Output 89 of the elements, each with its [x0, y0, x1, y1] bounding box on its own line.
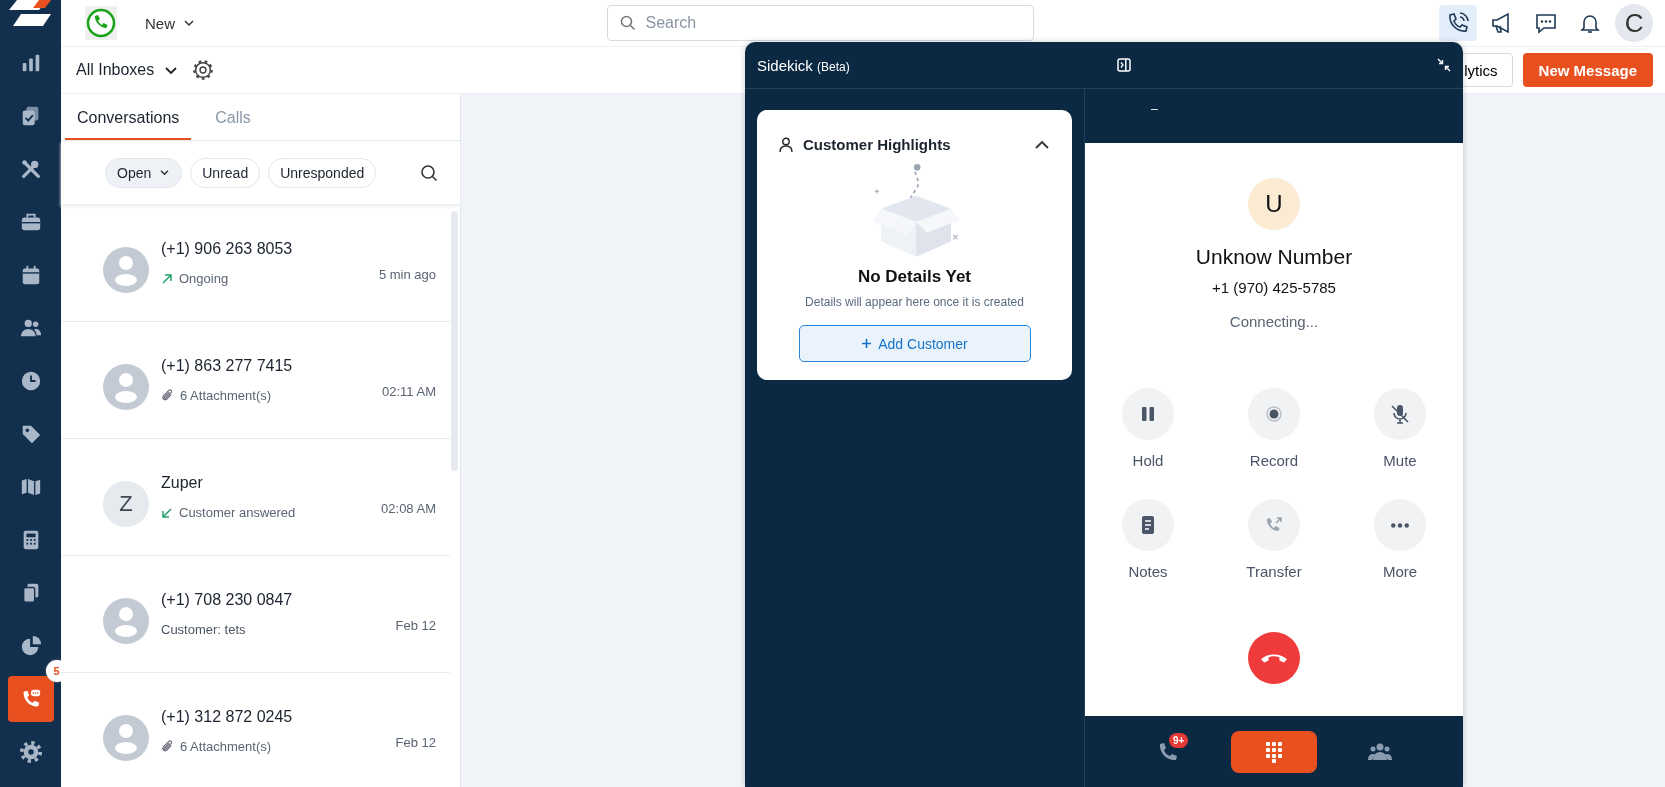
person-avatar-icon — [103, 598, 149, 644]
inbox-dropdown[interactable]: All Inboxes — [76, 61, 179, 79]
new-menu[interactable]: New — [139, 13, 201, 33]
message-preview: 6 Attachment(s) — [180, 388, 272, 403]
phone-hang-up-icon — [1261, 653, 1287, 663]
search-field[interactable]: Search — [606, 5, 1034, 41]
phone-icon — [1446, 11, 1470, 35]
timestamp: Feb 12 — [395, 734, 436, 750]
person-avatar-icon — [103, 715, 149, 761]
hold-button[interactable] — [1122, 388, 1174, 440]
settings-icon — [19, 741, 42, 763]
minimize-icon[interactable] — [1437, 58, 1451, 72]
briefcase-icon — [19, 211, 42, 233]
contact-name: (+1) 312 872 0245 — [161, 708, 294, 726]
conversation-item[interactable]: (+1) 312 872 0245 6 Attachment(s) Feb 12 — [61, 673, 450, 787]
map-icon — [19, 476, 42, 498]
mute-button[interactable] — [1374, 388, 1426, 440]
call-status: Connecting... — [1229, 313, 1319, 330]
contact-name: Zuper — [161, 474, 204, 492]
contact-avatar: Z — [103, 481, 149, 527]
contact-name: (+1) 708 230 0847 — [161, 591, 294, 609]
plus-icon — [861, 338, 873, 349]
dock-panel-icon[interactable] — [1117, 58, 1131, 72]
pie-chart-icon — [19, 635, 42, 657]
analytics-button[interactable]: lytics — [1461, 53, 1513, 87]
footer-tab[interactable]: 9+ — [1125, 730, 1211, 773]
person-avatar-icon — [103, 247, 149, 293]
phone-logo-icon[interactable] — [85, 6, 117, 40]
chevron-down-icon — [159, 169, 171, 176]
paperclip-icon — [161, 740, 174, 753]
action-label: More — [1382, 563, 1418, 580]
search-icon[interactable] — [420, 163, 438, 182]
timestamp: Feb 12 — [395, 617, 436, 633]
paperclip-icon — [161, 389, 174, 402]
card-title: Customer Highlights — [803, 136, 951, 153]
status-dropdown[interactable]: Open — [105, 157, 183, 188]
filter-chip[interactable]: Unread — [190, 157, 261, 188]
clock-icon — [19, 370, 42, 392]
timestamp: 02:08 AM — [381, 500, 436, 516]
tab[interactable]: Conversations — [65, 98, 192, 140]
arrow-down-left-icon — [161, 506, 173, 519]
action-label: Mute — [1383, 452, 1417, 469]
users-icon — [19, 317, 42, 339]
phone-button[interactable] — [1439, 5, 1477, 41]
arrow-up-right-icon — [161, 272, 173, 285]
action-label: Hold — [1132, 452, 1164, 469]
user-avatar[interactable]: C — [1615, 4, 1653, 42]
message-preview: 6 Attachment(s) — [180, 739, 272, 754]
chevron-down-icon — [183, 19, 195, 27]
new-message-button[interactable]: New Message — [1522, 53, 1653, 87]
hang-up-button[interactable] — [1248, 632, 1300, 684]
conversation-item[interactable]: (+1) 906 263 8053 Ongoing 5 min ago — [61, 205, 450, 322]
person-avatar-icon — [103, 364, 149, 410]
filter-chip[interactable]: Unresponded — [268, 157, 377, 188]
count-badge: 9+ — [1169, 732, 1189, 748]
empty-state-text: Details will appear here once it is created — [805, 295, 1024, 309]
timestamp: 02:11 AM — [382, 383, 436, 399]
contact-name: (+1) 863 277 7415 — [161, 357, 294, 375]
caller-avatar: U — [1248, 178, 1300, 230]
nav-item[interactable] — [7, 676, 54, 722]
message-preview: Customer: tets — [161, 622, 246, 637]
conversation-item[interactable]: Z Zuper Customer answered 02:08 AM — [61, 439, 450, 556]
caller-number: +1 (970) 425-5785 — [1212, 279, 1336, 296]
chevron-down-icon — [164, 65, 179, 75]
search-icon — [619, 15, 636, 31]
panel-title: Sidekick (Beta) — [757, 56, 850, 74]
record-button[interactable] — [1248, 388, 1300, 440]
settings-icon[interactable] — [192, 59, 215, 81]
chevron-up-icon[interactable] — [1034, 139, 1050, 150]
more-icon — [1391, 522, 1409, 528]
action-label: Transfer — [1246, 563, 1302, 580]
add-customer-button[interactable]: Add Customer — [798, 325, 1031, 362]
logo-icon[interactable] — [8, 0, 53, 26]
notes-button[interactable] — [1122, 499, 1174, 551]
tools-icon — [19, 158, 42, 180]
timestamp: 5 min ago — [378, 266, 436, 282]
message-preview: Customer answered — [179, 505, 296, 520]
status-dash: – — [1151, 102, 1158, 116]
person-icon — [779, 136, 793, 153]
action-label: Record — [1249, 452, 1299, 469]
caller-name: Unknow Number — [1195, 245, 1353, 269]
action-label: Notes — [1128, 563, 1168, 580]
contact-name: (+1) 906 263 8053 — [161, 240, 294, 258]
conversation-item[interactable]: (+1) 863 277 7415 6 Attachment(s) 02:11 AM — [61, 322, 450, 439]
scrollbar[interactable] — [451, 211, 458, 471]
footer-tab[interactable] — [1231, 730, 1317, 773]
empty-state-title: No Details Yet — [857, 267, 972, 287]
conversation-item[interactable]: (+1) 708 230 0847 Customer: tets Feb 12 — [61, 556, 450, 673]
message-preview: Ongoing — [179, 271, 229, 286]
